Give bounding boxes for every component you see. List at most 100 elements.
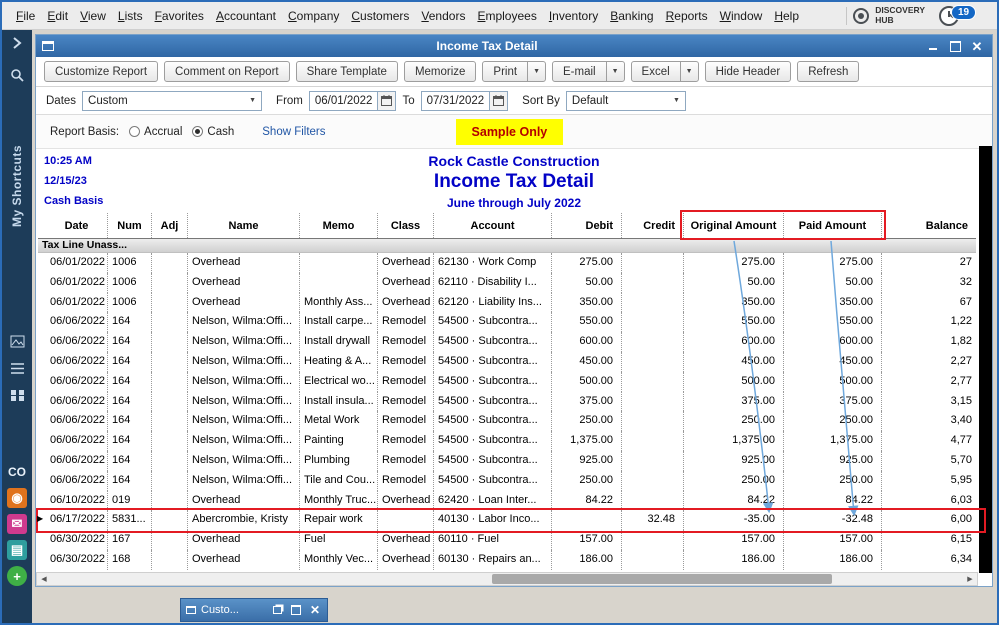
sidebar-grid-button[interactable] xyxy=(2,389,32,402)
sidebar-shortcuts-tab[interactable]: My Shortcuts xyxy=(2,145,32,227)
cash-radio[interactable]: Cash xyxy=(192,126,234,138)
minimized-window[interactable]: Custo... ✕ xyxy=(180,598,328,622)
close-button[interactable]: ✕ xyxy=(968,39,986,54)
table-row[interactable]: 06/30/2022168OverheadMonthly Vec...Overh… xyxy=(38,550,976,570)
sidebar-co-button[interactable]: CO xyxy=(2,465,32,479)
menu-employees[interactable]: Employees xyxy=(471,6,542,26)
share-template-button[interactable]: Share Template xyxy=(296,61,398,82)
cell-num: 164 xyxy=(108,471,152,491)
excel-dropdown-caret[interactable]: ▼ xyxy=(680,62,698,81)
cell-original-amount: 600.00 xyxy=(684,332,784,352)
table-row[interactable]: 06/01/20221006OverheadOverhead62110 · Di… xyxy=(38,273,976,293)
cell-name: Nelson, Wilma:Offi... xyxy=(188,451,300,471)
calendar-icon[interactable] xyxy=(489,92,507,110)
horizontal-scrollbar[interactable]: ◀ ▶ xyxy=(36,572,978,586)
column-header-memo[interactable]: Memo xyxy=(300,213,378,238)
sidebar-book-button[interactable]: ▤ xyxy=(2,540,32,560)
menu-reports[interactable]: Reports xyxy=(660,6,714,26)
sidebar-list-button[interactable] xyxy=(2,362,32,375)
table-row[interactable]: 06/06/2022164Nelson, Wilma:Offi...Instal… xyxy=(38,312,976,332)
sidebar-user-button[interactable]: ◉ xyxy=(2,488,32,508)
scroll-left-arrow[interactable]: ◀ xyxy=(37,573,51,585)
to-date-field[interactable]: 07/31/2022 xyxy=(421,91,509,111)
table-row[interactable]: 06/06/2022164Nelson, Wilma:Offi...Tile a… xyxy=(38,471,976,491)
menu-favorites[interactable]: Favorites xyxy=(149,6,210,26)
column-header-credit[interactable]: Credit xyxy=(622,213,684,238)
table-row[interactable]: 06/06/2022164Nelson, Wilma:Offi...Electr… xyxy=(38,372,976,392)
menu-banking[interactable]: Banking xyxy=(604,6,659,26)
show-filters-link[interactable]: Show Filters xyxy=(262,126,325,138)
table-row[interactable]: 06/06/2022164Nelson, Wilma:Offi...Instal… xyxy=(38,332,976,352)
table-row[interactable]: 06/01/20221006OverheadOverhead62130 · Wo… xyxy=(38,253,976,273)
customize-report-button[interactable]: Customize Report xyxy=(44,61,158,82)
menu-company[interactable]: Company xyxy=(282,6,345,26)
column-header-adj[interactable]: Adj xyxy=(152,213,188,238)
menu-view[interactable]: View xyxy=(74,6,112,26)
comment-on-report-button[interactable]: Comment on Report xyxy=(164,61,290,82)
cell-original-amount: 550.00 xyxy=(684,312,784,332)
calendar-icon[interactable] xyxy=(377,92,395,110)
scroll-right-arrow[interactable]: ▶ xyxy=(963,573,977,585)
email-dropdown-caret[interactable]: ▼ xyxy=(606,62,624,81)
menu-window[interactable]: Window xyxy=(714,6,769,26)
menu-edit[interactable]: Edit xyxy=(41,6,74,26)
sidebar-expand-button[interactable] xyxy=(2,36,32,50)
print-dropdown-caret[interactable]: ▼ xyxy=(527,62,545,81)
cell-class: Remodel xyxy=(378,471,434,491)
print-button[interactable]: Print▼ xyxy=(482,61,546,82)
maximize-button[interactable] xyxy=(946,39,964,54)
scrollbar-thumb[interactable] xyxy=(492,574,832,584)
column-header-account[interactable]: Account xyxy=(434,213,552,238)
cell-original-amount: 186.00 xyxy=(684,550,784,570)
cell-paid-amount: 250.00 xyxy=(784,471,882,491)
cell-class: Remodel xyxy=(378,332,434,352)
close-button[interactable]: ✕ xyxy=(308,604,322,617)
minimize-button[interactable] xyxy=(924,39,942,54)
column-header-num[interactable]: Num xyxy=(108,213,152,238)
restore-button[interactable] xyxy=(270,604,284,617)
menu-file[interactable]: File xyxy=(10,6,41,26)
sidebar-search-button[interactable] xyxy=(2,68,32,83)
chevron-down-icon: ▼ xyxy=(667,97,680,104)
menu-accountant[interactable]: Accountant xyxy=(210,6,282,26)
cell-paid-amount: 186.00 xyxy=(784,550,882,570)
excel-button[interactable]: Excel▼ xyxy=(631,61,699,82)
discovery-hub-button[interactable]: DISCOVERY HUB xyxy=(853,6,925,26)
cell-date: 06/30/2022 xyxy=(46,530,108,550)
menu-help[interactable]: Help xyxy=(768,6,805,26)
column-header-date[interactable]: Date xyxy=(46,213,108,238)
email-button[interactable]: E-mail▼ xyxy=(552,61,625,82)
refresh-button[interactable]: Refresh xyxy=(797,61,859,82)
table-row[interactable]: 06/01/20221006OverheadMonthly Ass...Over… xyxy=(38,293,976,313)
table-row[interactable]: 06/30/2022167OverheadFuelOverhead60110 ·… xyxy=(38,530,976,550)
sortby-dropdown[interactable]: Default ▼ xyxy=(566,91,686,111)
cell-balance: 2,77 xyxy=(882,372,976,392)
dates-dropdown[interactable]: Custom ▼ xyxy=(82,91,262,111)
menu-vendors[interactable]: Vendors xyxy=(415,6,471,26)
menu-inventory[interactable]: Inventory xyxy=(543,6,604,26)
column-header-balance[interactable]: Balance xyxy=(882,213,976,238)
menu-lists[interactable]: Lists xyxy=(112,6,149,26)
table-row[interactable]: 06/06/2022164Nelson, Wilma:Offi...Metal … xyxy=(38,411,976,431)
menu-customers[interactable]: Customers xyxy=(345,6,415,26)
window-titlebar[interactable]: Income Tax Detail ✕ xyxy=(36,35,992,57)
maximize-button[interactable] xyxy=(289,604,303,617)
cell-debit: 450.00 xyxy=(552,352,622,372)
sidebar-add-button[interactable]: + xyxy=(2,566,32,586)
table-row[interactable]: 06/06/2022164Nelson, Wilma:Offi...Heatin… xyxy=(38,352,976,372)
table-row[interactable]: 06/06/2022164Nelson, Wilma:Offi...Plumbi… xyxy=(38,451,976,471)
cell-date: 06/30/2022 xyxy=(46,550,108,570)
accrual-radio[interactable]: Accrual xyxy=(129,126,182,138)
sidebar-view-button[interactable] xyxy=(2,335,32,348)
hide-header-button[interactable]: Hide Header xyxy=(705,61,792,82)
sidebar-mail-button[interactable]: ✉ xyxy=(2,514,32,534)
table-row[interactable]: 06/06/2022164Nelson, Wilma:Offi...Instal… xyxy=(38,392,976,412)
table-row[interactable]: 06/06/2022164Nelson, Wilma:Offi...Painti… xyxy=(38,431,976,451)
column-header-class[interactable]: Class xyxy=(378,213,434,238)
column-header-debit[interactable]: Debit xyxy=(552,213,622,238)
memorize-button[interactable]: Memorize xyxy=(404,61,476,82)
from-date-field[interactable]: 06/01/2022 xyxy=(309,91,397,111)
reminders-clock-button[interactable]: 19 xyxy=(939,5,973,27)
cell-debit: 350.00 xyxy=(552,293,622,313)
column-header-name[interactable]: Name xyxy=(188,213,300,238)
